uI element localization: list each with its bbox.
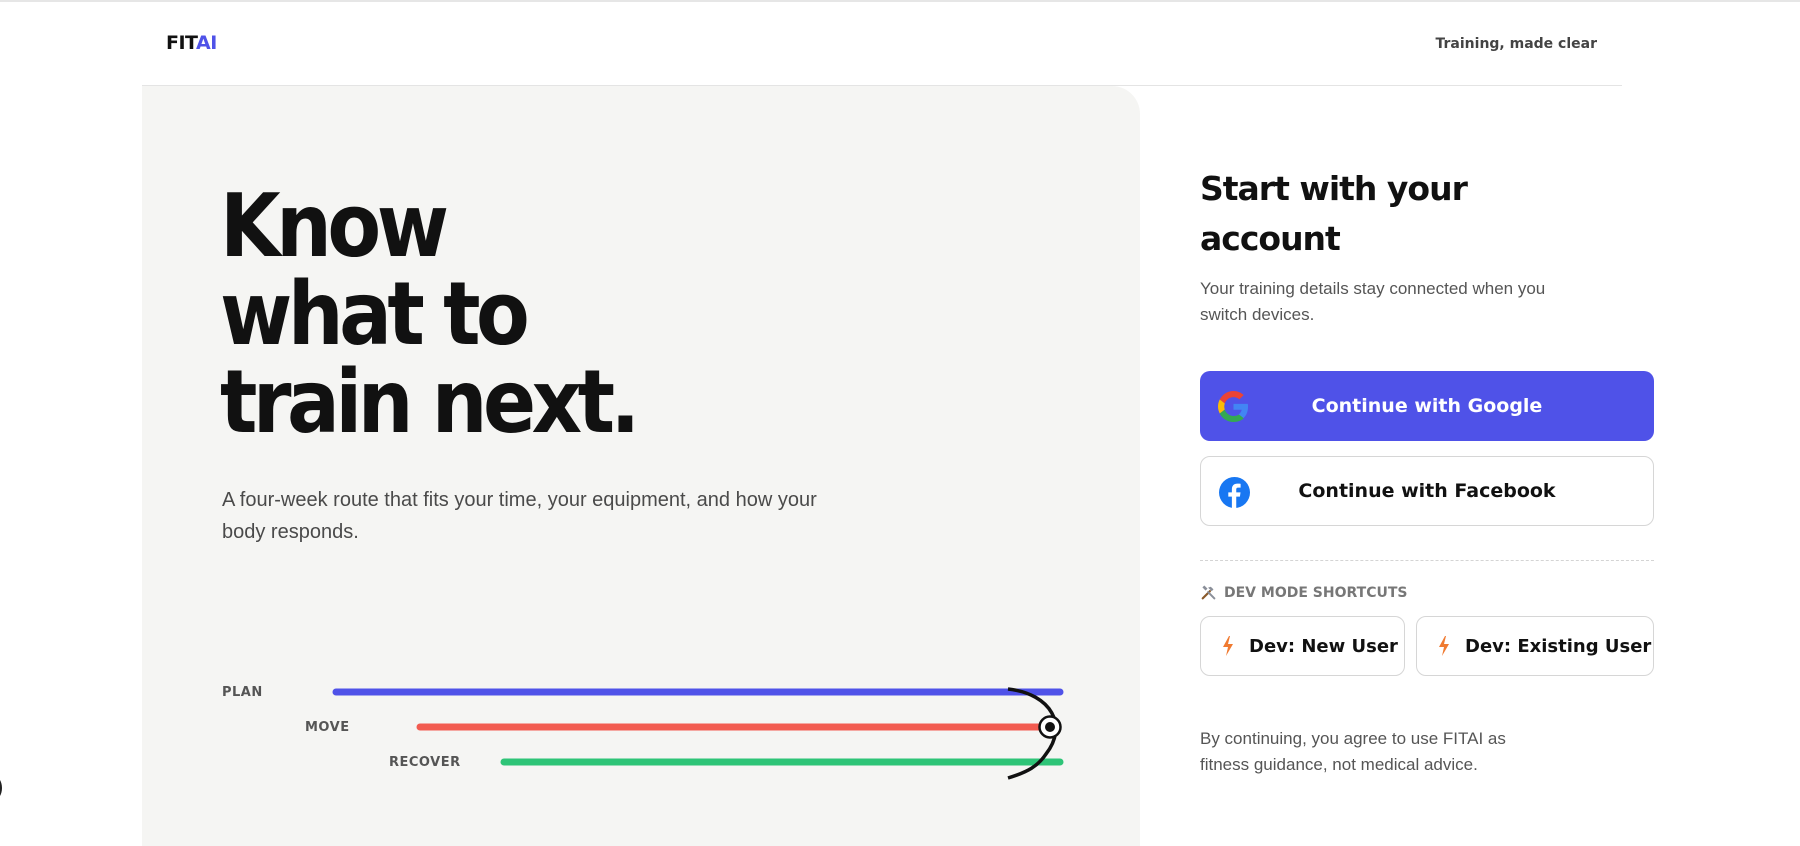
- facebook-icon: [1219, 477, 1250, 508]
- lightning-icon: [1439, 636, 1449, 656]
- site-header: FITAI Training, made clear: [142, 2, 1622, 86]
- signin-title-line-1: Start with your: [1200, 169, 1468, 208]
- dev-new-user-button[interactable]: Dev: New User: [1200, 616, 1405, 676]
- signin-panel: Start with your account Your training de…: [1200, 86, 1660, 837]
- dev-mode-heading: DEV MODE SHORTCUTS: [1200, 584, 1407, 602]
- progress-marker-dot: [1045, 722, 1055, 732]
- hero-panel: Know what to train next. A four-week rou…: [142, 86, 1140, 846]
- facebook-button-label: Continue with Facebook: [1298, 480, 1556, 502]
- lightning-icon: [1223, 636, 1233, 656]
- signin-subtitle: Your training details stay connected whe…: [1200, 279, 1546, 324]
- continue-with-facebook-button[interactable]: Continue with Facebook: [1200, 456, 1654, 526]
- google-button-label: Continue with Google: [1311, 395, 1543, 417]
- floating-widget-edge[interactable]: [0, 776, 2, 800]
- continue-with-google-button[interactable]: Continue with Google: [1200, 371, 1654, 441]
- dev-mode-label: DEV MODE SHORTCUTS: [1224, 585, 1408, 601]
- dev-new-user-label: Dev: New User: [1249, 635, 1398, 657]
- lane-label-move: MOVE: [305, 720, 350, 735]
- lane-label-recover: RECOVER: [389, 755, 461, 770]
- fitai-logo[interactable]: FITAI: [166, 32, 217, 54]
- dev-existing-user-label: Dev: Existing User: [1465, 635, 1652, 657]
- lane-label-plan: PLAN: [222, 685, 263, 700]
- google-icon: [1218, 391, 1249, 422]
- logo-text-fit: FIT: [166, 32, 197, 54]
- signin-title: Start with your account: [1200, 164, 1560, 264]
- logo-text-ai: AI: [196, 32, 217, 54]
- tools-icon: [1201, 585, 1216, 600]
- route-visualization: [332, 687, 1064, 780]
- signin-title-line-2: account: [1200, 219, 1341, 258]
- header-tagline: Training, made clear: [1435, 36, 1597, 52]
- section-divider: [1200, 560, 1654, 561]
- dev-existing-user-button[interactable]: Dev: Existing User: [1416, 616, 1654, 676]
- legal-disclaimer: By continuing, you agree to use FITAI as…: [1200, 729, 1506, 774]
